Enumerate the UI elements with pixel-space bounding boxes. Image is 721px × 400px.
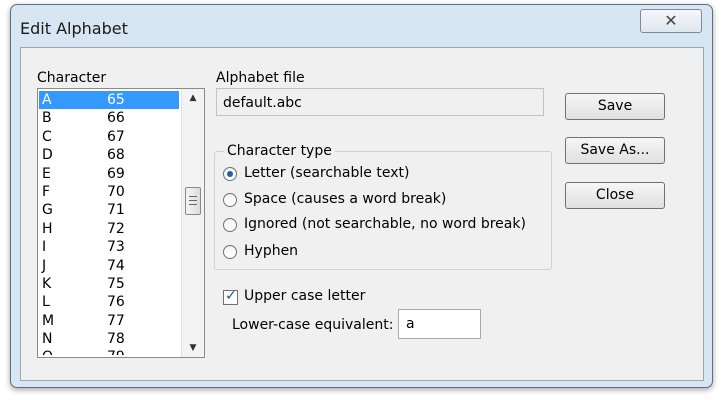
code-cell: 77 [107, 312, 125, 329]
character-list: A 65 B 66 C 67 D 68 E 69 F 70 G 71 H 72 I 73 J 74 K 75 L 76 M 77 N… [39, 91, 179, 355]
character-type-label: Character type [224, 143, 335, 159]
character-cell: E [42, 165, 51, 182]
list-item[interactable]: L 76 [39, 293, 179, 311]
code-cell: 66 [107, 110, 125, 127]
code-cell: 70 [107, 183, 125, 200]
code-cell: 65 [107, 92, 125, 108]
close-button[interactable]: Close [565, 182, 665, 209]
save-as-button[interactable]: Save As... [565, 137, 665, 164]
list-item[interactable]: G 71 [39, 201, 179, 219]
upper-case-label[interactable]: Upper case letter [244, 288, 365, 304]
radio-letter-label[interactable]: Letter (searchable text) [244, 165, 409, 181]
window-title: Edit Alphabet [20, 19, 128, 38]
code-cell: 79 [107, 348, 125, 355]
character-cell: K [42, 275, 52, 292]
code-cell: 76 [107, 294, 125, 311]
radio-ignored-label[interactable]: Ignored (not searchable, no word break) [244, 216, 526, 232]
close-icon: ✕ [664, 11, 678, 30]
radio-button-icon[interactable] [223, 193, 237, 207]
character-cell: M [42, 312, 55, 329]
list-item[interactable]: I 73 [39, 238, 179, 256]
list-item[interactable]: K 75 [39, 275, 179, 293]
code-cell: 75 [107, 275, 125, 292]
radio-button-icon[interactable] [223, 218, 237, 232]
list-item[interactable]: A 65 [39, 91, 179, 110]
character-cell: J [42, 257, 47, 274]
list-item[interactable]: E 69 [39, 165, 179, 183]
list-item[interactable]: N 78 [39, 330, 179, 348]
window-close-button[interactable]: ✕ [640, 9, 702, 33]
list-scrollbar[interactable]: ▲ ▼ [181, 89, 204, 357]
code-cell: 69 [107, 165, 125, 182]
character-cell: B [42, 110, 52, 127]
character-cell: G [42, 202, 53, 219]
character-cell: D [42, 147, 53, 164]
list-item[interactable]: D 68 [39, 146, 179, 164]
radio-hyphen-label[interactable]: Hyphen [244, 243, 298, 259]
list-item[interactable]: F 70 [39, 183, 179, 201]
code-cell: 72 [107, 220, 125, 237]
alphabet-file-label: Alphabet file [216, 70, 305, 86]
lower-case-input[interactable]: a [398, 309, 481, 339]
title-bar[interactable]: Edit Alphabet ✕ [11, 5, 712, 47]
scroll-thumb[interactable] [185, 187, 201, 215]
code-cell: 73 [107, 239, 125, 256]
character-cell: O [42, 348, 53, 355]
code-cell: 78 [107, 331, 125, 348]
edit-alphabet-window: Edit Alphabet ✕ Character A 65 B 66 C 67 D 68 E 6… [10, 4, 713, 388]
list-item[interactable]: J 74 [39, 257, 179, 275]
character-cell: N [42, 331, 53, 348]
code-cell: 71 [107, 202, 125, 219]
code-cell: 68 [107, 147, 125, 164]
upper-case-checkbox[interactable]: ✓ [223, 288, 238, 305]
list-item[interactable]: B 66 [39, 109, 179, 127]
checkmark-icon: ✓ [225, 288, 237, 304]
character-cell: F [42, 183, 51, 200]
thumb-grip-line [189, 204, 197, 205]
radio-selected-dot [227, 171, 233, 177]
radio-button-icon[interactable] [223, 245, 237, 259]
lower-case-label: Lower-case equivalent: [232, 317, 394, 333]
radio-button-icon[interactable] [223, 167, 237, 181]
scroll-up-arrow-icon[interactable]: ▲ [182, 89, 204, 107]
list-item[interactable]: O 79 [39, 348, 179, 355]
thumb-grip-line [189, 196, 197, 197]
list-item[interactable]: M 77 [39, 312, 179, 330]
character-label: Character [37, 70, 107, 86]
thumb-grip-line [189, 200, 197, 201]
list-item[interactable]: C 67 [39, 128, 179, 146]
character-cell: A [42, 92, 52, 108]
alphabet-file-field: default.abc [216, 88, 544, 116]
character-listbox[interactable]: A 65 B 66 C 67 D 68 E 69 F 70 G 71 H 72 I 73 J 74 K 75 L 76 M 77 N… [37, 88, 205, 358]
save-button[interactable]: Save [565, 93, 665, 120]
character-cell: L [42, 294, 50, 311]
dialog-client-area: Character A 65 B 66 C 67 D 68 E 69 F 70 G 71 H 72 I 73 J 74… [20, 47, 704, 381]
character-cell: H [42, 220, 53, 237]
scroll-down-arrow-icon[interactable]: ▼ [182, 339, 204, 357]
radio-space-label[interactable]: Space (causes a word break) [244, 191, 446, 207]
list-item[interactable]: H 72 [39, 220, 179, 238]
code-cell: 74 [107, 257, 125, 274]
character-cell: C [42, 128, 52, 145]
code-cell: 67 [107, 128, 125, 145]
character-cell: I [42, 239, 47, 256]
